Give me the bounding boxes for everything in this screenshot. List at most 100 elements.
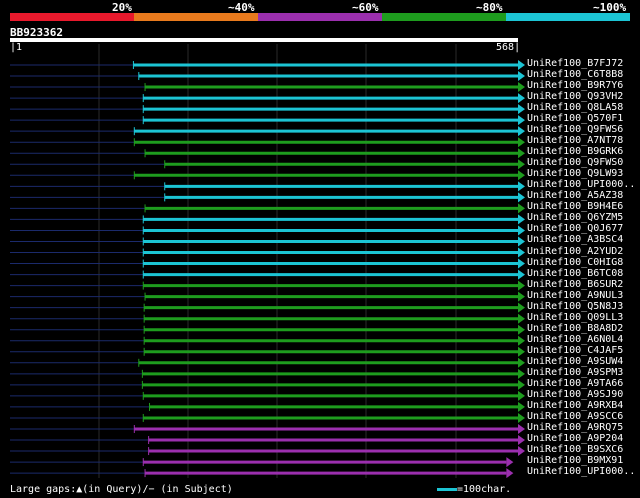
hit-label[interactable]: UniRef100_A9TA66 (527, 378, 623, 389)
hit-arrowhead (518, 302, 525, 313)
hit-label[interactable]: UniRef100_Q9LW93 (527, 168, 623, 179)
hit-row[interactable] (10, 60, 525, 70)
hit-arrowhead (518, 335, 525, 346)
hit-label[interactable]: UniRef100_Q8LA58 (527, 102, 623, 113)
hit-label[interactable]: UniRef100_Q5N8J3 (527, 301, 623, 312)
hit-row[interactable] (10, 435, 525, 446)
hit-label[interactable]: UniRef100_B9R7Y6 (527, 80, 623, 91)
hit-row[interactable] (10, 115, 525, 126)
hit-row[interactable] (10, 170, 525, 181)
hit-arrowhead (518, 126, 525, 137)
hit-row[interactable] (10, 225, 525, 236)
hit-arrowhead (518, 203, 525, 214)
hit-label[interactable]: UniRef100_A2YUD2 (527, 246, 623, 257)
hit-label[interactable]: UniRef100_UPI000.. (527, 179, 635, 190)
hit-row[interactable] (10, 159, 525, 170)
hit-row[interactable] (10, 313, 525, 324)
hit-row[interactable] (10, 104, 525, 115)
hit-label[interactable]: UniRef100_Q9FWS0 (527, 157, 623, 168)
hit-label[interactable]: UniRef100_A9NUL3 (527, 290, 623, 301)
hit-label[interactable]: UniRef100_A9SJ90 (527, 389, 623, 400)
hit-arrowhead (518, 401, 525, 412)
hit-row[interactable] (10, 181, 525, 192)
hit-label[interactable]: UniRef100_Q93VH2 (527, 91, 623, 102)
hit-row[interactable] (10, 446, 525, 457)
hit-row[interactable] (10, 126, 525, 137)
hit-arrowhead (518, 60, 525, 70)
hit-row[interactable] (10, 302, 525, 313)
hit-label[interactable]: UniRef100_B6SUR2 (527, 279, 623, 290)
hit-label[interactable]: UniRef100_B9GRK6 (527, 146, 623, 157)
hit-row[interactable] (10, 335, 525, 346)
hit-label[interactable]: UniRef100_A9P204 (527, 433, 623, 444)
hit-label[interactable]: UniRef100_B8A8D2 (527, 323, 623, 334)
hit-arrowhead (518, 148, 525, 159)
hit-arrowhead (518, 214, 525, 225)
hit-row[interactable] (10, 423, 525, 434)
hit-row[interactable] (10, 148, 525, 159)
hit-label[interactable]: UniRef100_A7NT78 (527, 135, 623, 146)
hit-row[interactable] (10, 203, 525, 214)
hit-label[interactable]: UniRef100_A5AZ38 (527, 190, 623, 201)
hit-label[interactable]: UniRef100_Q0J677 (527, 223, 623, 234)
hit-arrowhead (518, 379, 525, 390)
hit-label[interactable]: UniRef100_A9RXB4 (527, 400, 623, 411)
hit-arrowhead (518, 93, 525, 104)
hit-arrowhead (518, 446, 525, 457)
hit-row[interactable] (10, 346, 525, 357)
hit-arrowhead (518, 368, 525, 379)
hit-row[interactable] (10, 468, 514, 479)
hit-row[interactable] (10, 401, 525, 412)
hit-label[interactable]: UniRef100_A9SPM3 (527, 367, 623, 378)
hit-arrowhead (518, 236, 525, 247)
hit-arrowhead (518, 192, 525, 203)
hit-row[interactable] (10, 71, 525, 82)
hit-label[interactable]: UniRef100_Q09LL3 (527, 312, 623, 323)
hit-row[interactable] (10, 137, 525, 148)
hit-label[interactable]: UniRef100_UPI000.. (527, 466, 635, 477)
hit-arrowhead (518, 324, 525, 335)
hit-row[interactable] (10, 412, 525, 423)
hit-label[interactable]: UniRef100_B9SXC6 (527, 444, 623, 455)
hit-label[interactable]: UniRef100_B7FJ72 (527, 58, 623, 69)
hit-arrowhead (518, 412, 525, 423)
hit-arrowhead (518, 225, 525, 236)
hit-row[interactable] (10, 192, 525, 203)
hit-arrowhead (518, 104, 525, 115)
hit-label[interactable]: UniRef100_B9H4E6 (527, 201, 623, 212)
hit-row[interactable] (10, 291, 525, 302)
hit-label[interactable]: UniRef100_C6T8B8 (527, 69, 623, 80)
hit-row[interactable] (10, 258, 525, 269)
hit-arrowhead (518, 115, 525, 126)
hit-row[interactable] (10, 357, 525, 368)
hit-label[interactable]: UniRef100_B9MX91 (527, 455, 623, 466)
hit-row[interactable] (10, 390, 525, 401)
hit-arrowhead (518, 280, 525, 291)
hit-row[interactable] (10, 368, 525, 379)
hit-label[interactable]: UniRef100_A6N0L4 (527, 334, 623, 345)
hit-label[interactable]: UniRef100_A3BSC4 (527, 234, 623, 245)
hit-label[interactable]: UniRef100_Q570F1 (527, 113, 623, 124)
hit-arrowhead (518, 313, 525, 324)
hit-label[interactable]: UniRef100_B6TC08 (527, 268, 623, 279)
hit-row[interactable] (10, 269, 525, 280)
hit-label[interactable]: UniRef100_A9SUW4 (527, 356, 623, 367)
hit-row[interactable] (10, 280, 525, 291)
hit-label[interactable]: UniRef100_C4JAF5 (527, 345, 623, 356)
hit-arrowhead (518, 181, 525, 192)
hit-label[interactable]: UniRef100_C0HIG8 (527, 257, 623, 268)
hit-label[interactable]: UniRef100_Q9FWS6 (527, 124, 623, 135)
hit-arrowhead (518, 435, 525, 446)
hit-row[interactable] (10, 236, 525, 247)
hit-row[interactable] (10, 379, 525, 390)
hit-label[interactable]: UniRef100_A9RQ75 (527, 422, 623, 433)
hit-label[interactable]: UniRef100_A9SCC6 (527, 411, 623, 422)
hit-row[interactable] (10, 247, 525, 258)
hit-label[interactable]: UniRef100_Q6YZM5 (527, 212, 623, 223)
hit-arrowhead (518, 269, 525, 280)
hit-row[interactable] (10, 82, 525, 93)
hit-row[interactable] (10, 324, 525, 335)
hit-row[interactable] (10, 457, 514, 468)
hit-row[interactable] (10, 214, 525, 225)
hit-row[interactable] (10, 93, 525, 104)
